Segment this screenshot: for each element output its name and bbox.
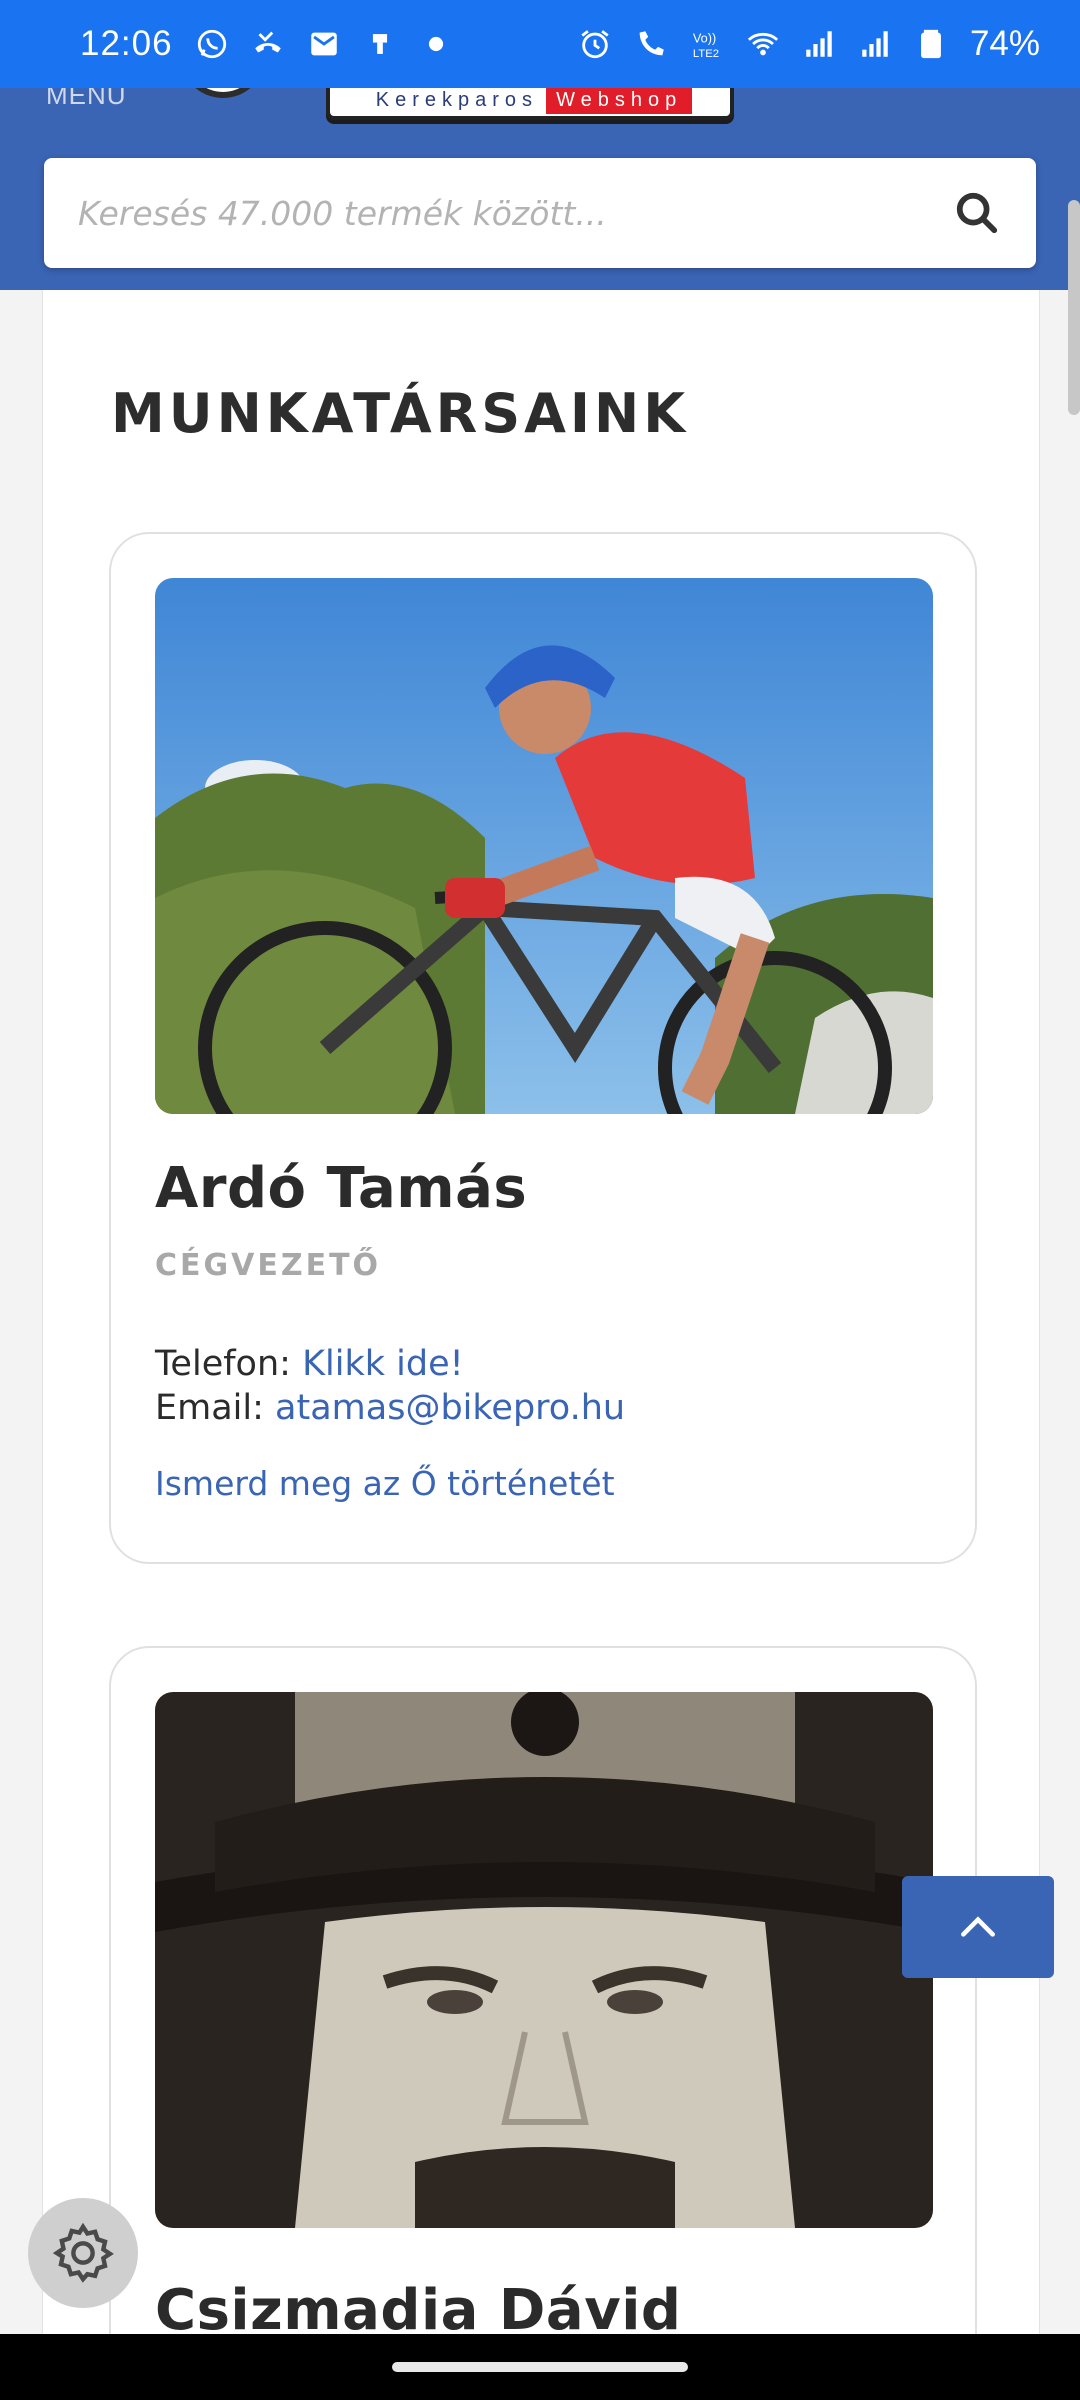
usb-icon [363,27,397,61]
wifi-icon [746,27,780,61]
whatsapp-icon [195,27,229,61]
system-nav-bar [0,2334,1080,2400]
alarm-icon [578,27,612,61]
chevron-up-icon [961,1916,995,1937]
battery-percent: 74% [969,24,1040,63]
svg-text:Vo)): Vo)) [693,31,716,46]
search-icon[interactable] [952,188,1002,238]
logo-text-a: Kerekparos [375,88,539,111]
staff-card: Ardó Tamás CÉGVEZETŐ Telefon: Klikk ide!… [109,532,977,1564]
status-time: 12:06 [80,24,173,63]
cookie-settings-button[interactable] [28,2198,138,2308]
email-link[interactable]: atamas@bikepro.hu [275,1388,625,1428]
home-gesture-pill[interactable] [392,2362,688,2372]
story-link[interactable]: Ismerd meg az Ő történetét [155,1464,615,1503]
battery-icon [914,27,948,61]
search-bar [44,158,1036,268]
signal-icon [858,27,892,61]
staff-photo [155,578,933,1114]
contact-email: Email: atamas@bikepro.hu [155,1388,625,1428]
staff-role: CÉGVEZETŐ [155,1248,382,1283]
page-scrollbar[interactable] [1068,200,1080,415]
cyclist-photo-illustration [155,578,933,1114]
site-header: MENÜ Kerekparos Webshop [0,48,1080,290]
volte-icon: Vo)) LTE2 [690,27,724,61]
phone-label: Telefon: [155,1344,291,1384]
gear-icon [52,2222,114,2283]
portrait-photo-illustration [155,1692,933,2228]
search-input[interactable] [78,193,952,233]
site-logo[interactable]: Kerekparos Webshop [326,84,734,120]
mail-icon [307,27,341,61]
logo-text-b: Webshop [546,86,693,114]
svg-text:LTE2: LTE2 [693,48,719,60]
phone-link[interactable]: Klikk ide! [302,1344,464,1384]
section-title: MUNKATÁRSAINK [111,382,690,445]
main-panel: MUNKATÁRSAINK Ardó Tamás CÉGVEZETŐ Telef… [42,290,1040,2400]
missed-call-icon [251,27,285,61]
back-to-top-button[interactable] [902,1876,1054,1978]
wifi-calling-icon [634,27,668,61]
email-label: Email: [155,1388,264,1428]
staff-name: Ardó Tamás [155,1156,528,1221]
dot-icon [419,27,453,61]
status-right: Vo)) LTE2 74% [578,24,1040,64]
contact-phone: Telefon: Klikk ide! [155,1344,464,1384]
status-left: 12:06 [80,24,453,64]
status-bar: 12:06 Vo)) LTE2 74% [0,0,1080,88]
staff-card: Csizmadia Dávid [109,1646,977,2400]
staff-photo [155,1692,933,2228]
signal-icon [802,27,836,61]
